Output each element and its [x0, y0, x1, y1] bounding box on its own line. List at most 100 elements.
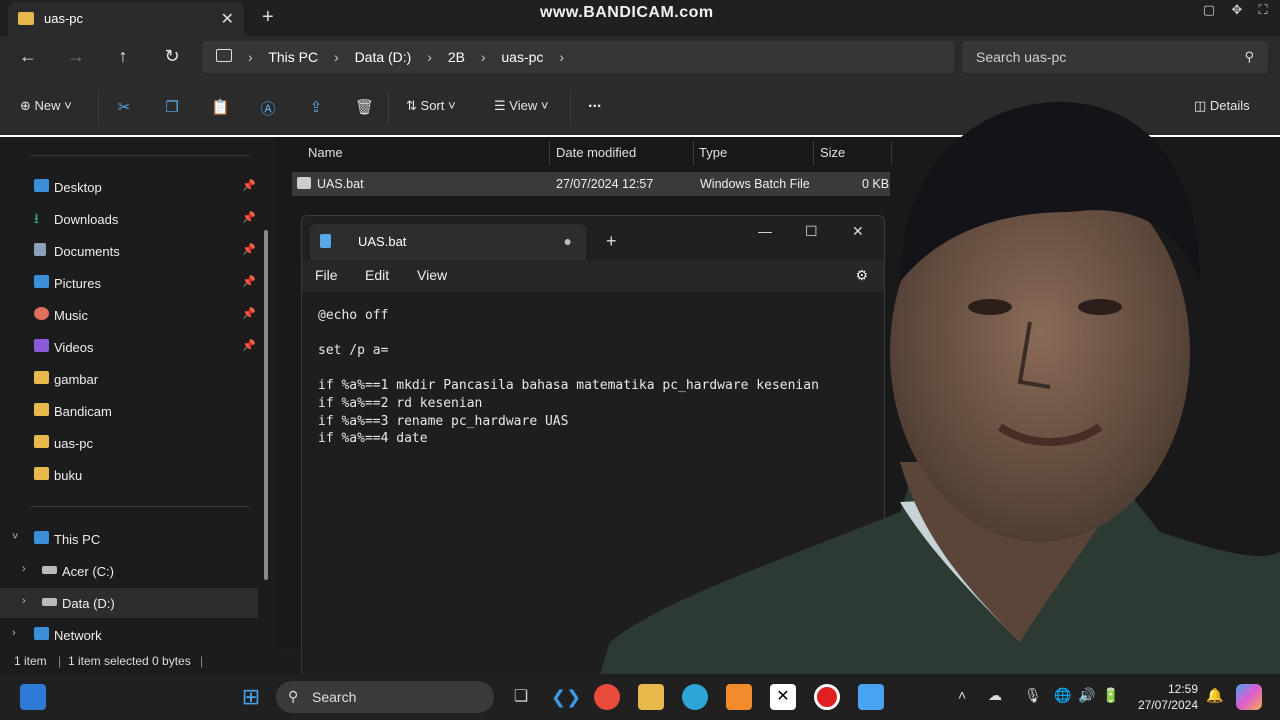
microphone-icon[interactable]: 🎙	[1024, 687, 1042, 704]
notepad-tab[interactable]: UAS.bat ●	[310, 224, 586, 260]
sort-icon: ⇅	[406, 98, 417, 113]
sort-button[interactable]: ⇅ Sort ˅	[406, 98, 456, 114]
sidebar-item-bandicam[interactable]: Bandicam	[0, 396, 258, 426]
pin-icon: 📌	[242, 308, 256, 320]
chevron-right-icon[interactable]: ›	[22, 595, 26, 607]
folder-icon	[34, 371, 49, 384]
breadcrumb-2b[interactable]: 2B	[448, 49, 465, 65]
cut-icon[interactable]: ✂	[115, 98, 133, 116]
widgets-icon[interactable]	[20, 684, 46, 710]
refresh-button[interactable]: ↻	[160, 46, 184, 70]
sidebar-item-pictures[interactable]: Pictures 📌	[0, 268, 258, 298]
xampp-icon[interactable]	[726, 684, 752, 710]
copy-icon[interactable]: ❐	[163, 98, 181, 116]
vscode-icon[interactable]: ❮❯	[551, 684, 581, 710]
system-clock[interactable]: 12:59 27/07/2024	[1134, 681, 1198, 713]
paste-icon[interactable]: 📋	[211, 98, 230, 116]
breadcrumb-this-pc[interactable]: This PC	[268, 49, 318, 65]
plus-circle-icon: ⊕	[20, 98, 31, 113]
network-icon	[34, 627, 49, 640]
breadcrumb-data-d[interactable]: Data (D:)	[355, 49, 412, 65]
sidebar-item-videos[interactable]: Videos 📌	[0, 332, 258, 362]
chevron-right-icon: ›	[559, 49, 564, 65]
language-icon[interactable]: 🌐	[1054, 687, 1071, 704]
bandicam-icon[interactable]	[814, 684, 840, 710]
file-explorer-icon[interactable]	[638, 684, 664, 710]
back-button[interactable]: ←	[16, 46, 40, 70]
sidebar-item-label: Pictures	[54, 276, 101, 291]
chevron-down-icon[interactable]: ˅	[12, 531, 18, 543]
sidebar-item-label: Downloads	[54, 212, 119, 227]
sidebar-item-acer-c[interactable]: › Acer (C:)	[0, 556, 258, 586]
taskbar-search[interactable]: ⚲ Search	[276, 681, 494, 713]
notepad-icon	[320, 234, 331, 248]
column-header-name[interactable]: Name	[308, 145, 343, 160]
desktop-icon	[34, 179, 49, 192]
restore-icon[interactable]: ▢	[1200, 2, 1218, 20]
notification-bell-icon[interactable]: 🔔	[1206, 687, 1223, 704]
breadcrumb-uas-pc[interactable]: uas-pc	[501, 49, 543, 65]
recorder-controls: ▢ ✥ ⛶	[1196, 0, 1280, 28]
divider	[30, 506, 250, 507]
forward-button[interactable]: →	[64, 46, 88, 70]
file-name: UAS.bat	[317, 177, 364, 191]
battery-icon[interactable]: 🔋	[1102, 687, 1119, 704]
close-tab-icon[interactable]: ✕	[221, 9, 234, 29]
view-button[interactable]: ☰ View ˅	[494, 98, 548, 114]
address-bar[interactable]: › This PC › Data (D:) › 2B › uas-pc ›	[202, 41, 954, 73]
start-button[interactable]: ⊞	[238, 684, 264, 710]
sidebar-item-documents[interactable]: Documents 📌	[0, 236, 258, 266]
sidebar-item-gambar[interactable]: gambar	[0, 364, 258, 394]
sidebar-item-downloads[interactable]: ⭳ Downloads 📌	[0, 204, 258, 234]
explorer-tab[interactable]: uas-pc ✕	[8, 2, 244, 36]
search-input[interactable]: Search uas-pc ⚲	[962, 41, 1268, 73]
edge-icon[interactable]	[682, 684, 708, 710]
menu-view[interactable]: View	[417, 267, 447, 283]
search-placeholder: Search uas-pc	[976, 49, 1067, 65]
rename-icon[interactable]: Ⓐ	[259, 98, 277, 118]
menu-edit[interactable]: Edit	[365, 267, 389, 283]
sidebar-item-music[interactable]: Music 📌	[0, 300, 258, 330]
folder-icon	[34, 467, 49, 480]
copilot-icon[interactable]	[1236, 684, 1262, 710]
new-button[interactable]: ⊕ New ˅	[20, 98, 72, 114]
navigation-pane: Desktop 📌 ⭳ Downloads 📌 Documents 📌 Pict…	[0, 137, 276, 649]
sidebar-item-buku[interactable]: buku	[0, 460, 258, 490]
sidebar-item-desktop[interactable]: Desktop 📌	[0, 172, 258, 202]
sidebar-scrollbar[interactable]	[264, 230, 268, 580]
folder-icon	[34, 435, 49, 448]
divider	[570, 92, 571, 124]
delete-icon[interactable]: 🗑	[355, 98, 374, 116]
pin-icon: 📌	[242, 340, 256, 352]
chevron-right-icon: ›	[480, 49, 486, 65]
move-icon[interactable]: ✥	[1228, 2, 1246, 20]
volume-icon[interactable]: 🔊	[1078, 687, 1095, 704]
share-icon[interactable]: ⇪	[307, 98, 325, 116]
chrome-icon[interactable]	[594, 684, 620, 710]
view-icon: ☰	[494, 98, 506, 113]
selection-info: 1 item selected 0 bytes	[68, 654, 191, 668]
view-label: View	[509, 98, 538, 113]
capcut-icon[interactable]: ✕	[770, 684, 796, 710]
chevron-right-icon[interactable]: ›	[12, 627, 16, 639]
folder-icon	[18, 12, 34, 25]
sort-label: Sort	[420, 98, 445, 113]
fullscreen-icon[interactable]: ⛶	[1254, 2, 1272, 20]
sidebar-item-network[interactable]: › Network	[0, 620, 258, 650]
chevron-right-icon[interactable]: ›	[22, 563, 26, 575]
sidebar-item-this-pc[interactable]: ˅ This PC	[0, 524, 258, 554]
notepad-taskbar-icon[interactable]	[858, 684, 884, 710]
pin-icon: 📌	[242, 180, 256, 192]
chevron-up-icon[interactable]: ˄	[958, 687, 966, 703]
sidebar-item-label: uas-pc	[54, 436, 94, 451]
sidebar-item-uas-pc[interactable]: uas-pc	[0, 428, 258, 458]
menu-file[interactable]: File	[315, 267, 338, 283]
sidebar-item-label: Desktop	[54, 180, 102, 195]
cloud-icon[interactable]: ☁	[988, 687, 1002, 704]
sidebar-item-data-d[interactable]: › Data (D:)	[0, 588, 258, 618]
up-button[interactable]: ↑	[111, 46, 135, 70]
unsaved-indicator[interactable]: ●	[564, 233, 572, 249]
search-icon: ⚲	[288, 688, 299, 704]
new-tab-button[interactable]: +	[262, 6, 274, 29]
task-view-icon[interactable]: ❏	[508, 684, 534, 710]
